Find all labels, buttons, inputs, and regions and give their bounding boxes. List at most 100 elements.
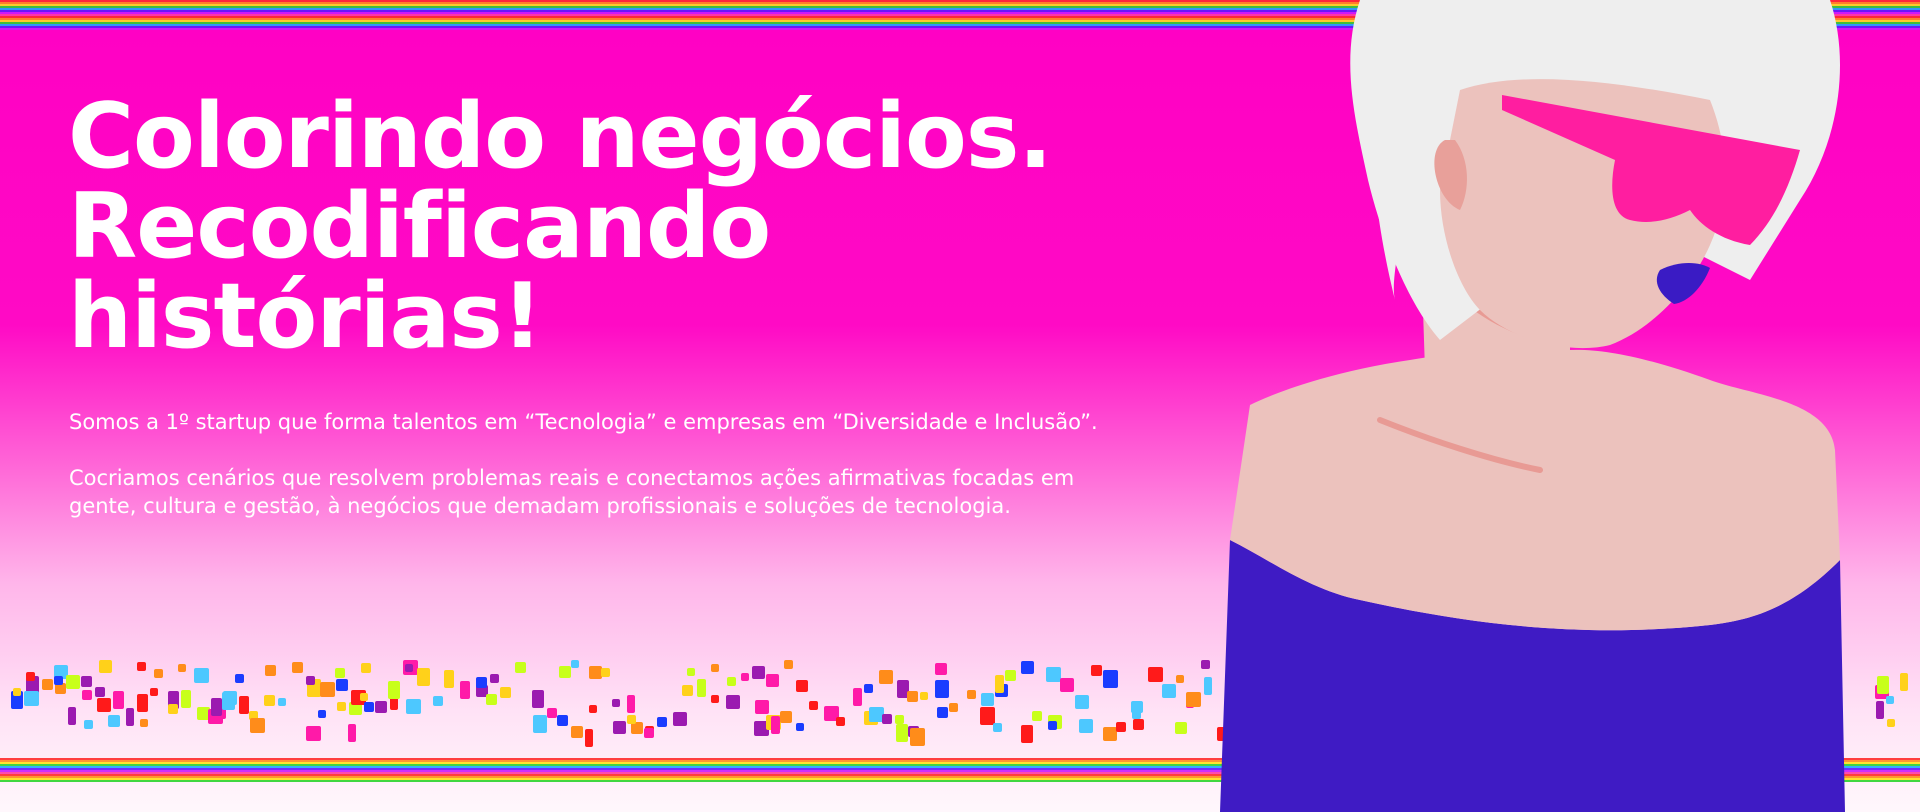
confetti-square: [1005, 670, 1016, 681]
confetti-square: [137, 694, 148, 712]
confetti-square: [644, 728, 654, 738]
confetti-square: [657, 717, 667, 727]
confetti-square: [980, 707, 995, 725]
confetti-square: [771, 716, 780, 734]
confetti-square: [796, 680, 808, 692]
intro-paragraph-1: Somos a 1º startup que forma talentos em…: [69, 410, 1098, 434]
confetti-square: [460, 681, 470, 699]
confetti-square: [949, 703, 958, 712]
confetti-square: [405, 664, 413, 672]
confetti-square: [211, 698, 222, 716]
confetti-square: [741, 673, 749, 681]
confetti-square: [612, 699, 620, 707]
confetti-square: [869, 707, 884, 722]
confetti-square: [780, 711, 792, 723]
confetti-square: [235, 674, 244, 683]
intro-text: Somos a 1º startup que forma talentos em…: [69, 408, 1129, 548]
confetti-square: [417, 668, 430, 686]
confetti-square: [907, 691, 918, 702]
hero-line-3: histórias!: [68, 264, 543, 369]
confetti-square: [796, 723, 804, 731]
confetti-square: [1048, 721, 1057, 730]
confetti-square: [559, 666, 571, 678]
confetti-square: [571, 726, 583, 738]
confetti-square: [97, 698, 111, 712]
confetti-square: [222, 692, 235, 710]
confetti-square: [360, 693, 368, 701]
confetti-square: [181, 690, 191, 708]
confetti-square: [239, 696, 249, 714]
confetti-square: [1046, 667, 1061, 682]
confetti-square: [1079, 719, 1093, 733]
confetti-square: [1176, 675, 1184, 683]
confetti-square: [348, 724, 356, 742]
confetti-square: [613, 721, 626, 734]
confetti-square: [937, 707, 948, 718]
confetti-square: [673, 712, 687, 726]
confetti-square: [995, 675, 1004, 693]
confetti-square: [589, 705, 597, 713]
confetti-square: [752, 666, 765, 679]
confetti-square: [361, 663, 371, 673]
confetti-square: [836, 717, 845, 726]
confetti-square: [337, 702, 346, 711]
confetti-square: [864, 684, 873, 693]
confetti-square: [981, 693, 994, 706]
confetti-square: [766, 674, 779, 687]
confetti-square: [95, 687, 105, 697]
confetti-square: [589, 666, 602, 679]
confetti-square: [250, 718, 265, 733]
confetti-square: [1162, 684, 1176, 698]
confetti-square: [336, 679, 348, 691]
confetti-square: [882, 714, 892, 724]
hero-line-2: Recodificando: [68, 174, 771, 279]
confetti-square: [150, 688, 158, 696]
confetti-square: [66, 675, 80, 689]
confetti-square: [571, 660, 579, 668]
confetti-square: [194, 668, 209, 683]
confetti-square: [178, 664, 186, 672]
confetti-square: [24, 691, 39, 706]
confetti-square: [82, 690, 92, 700]
confetti-square: [335, 668, 345, 678]
confetti-square: [1021, 661, 1034, 674]
confetti-square: [726, 695, 740, 709]
confetti-square: [500, 687, 511, 698]
confetti-square: [879, 670, 893, 684]
confetti-square: [68, 707, 76, 725]
confetti-square: [755, 700, 769, 714]
confetti-square: [306, 726, 321, 741]
confetti-square: [935, 663, 947, 675]
confetti-square: [601, 668, 610, 677]
confetti-square: [306, 676, 315, 685]
confetti-square: [532, 690, 544, 708]
confetti-square: [433, 696, 443, 706]
confetti-square: [375, 701, 387, 713]
hero-headline: Colorindo negócios. Recodificando histór…: [68, 92, 1168, 362]
confetti-square: [727, 677, 736, 686]
confetti-square: [1032, 711, 1042, 721]
confetti-square: [711, 664, 719, 672]
confetti-square: [318, 710, 326, 718]
confetti-square: [967, 690, 976, 699]
confetti-square: [1133, 719, 1144, 730]
confetti-square: [547, 708, 557, 718]
confetti-square: [264, 695, 275, 706]
confetti-square: [1116, 722, 1126, 732]
confetti-square: [1148, 667, 1163, 682]
confetti-square: [444, 670, 454, 688]
confetti-square: [388, 681, 400, 699]
confetti-square: [126, 708, 134, 726]
shoulders-shape: [1230, 348, 1840, 631]
confetti-square: [682, 685, 693, 696]
confetti-square: [168, 704, 178, 714]
confetti-square: [99, 660, 112, 673]
confetti-square: [1075, 695, 1089, 709]
confetti-square: [533, 715, 547, 733]
confetti-square: [711, 695, 719, 703]
confetti-square: [920, 692, 928, 700]
confetti-square: [490, 674, 499, 683]
confetti-square: [515, 662, 526, 673]
confetti-square: [1103, 727, 1117, 741]
confetti-square: [476, 677, 487, 688]
